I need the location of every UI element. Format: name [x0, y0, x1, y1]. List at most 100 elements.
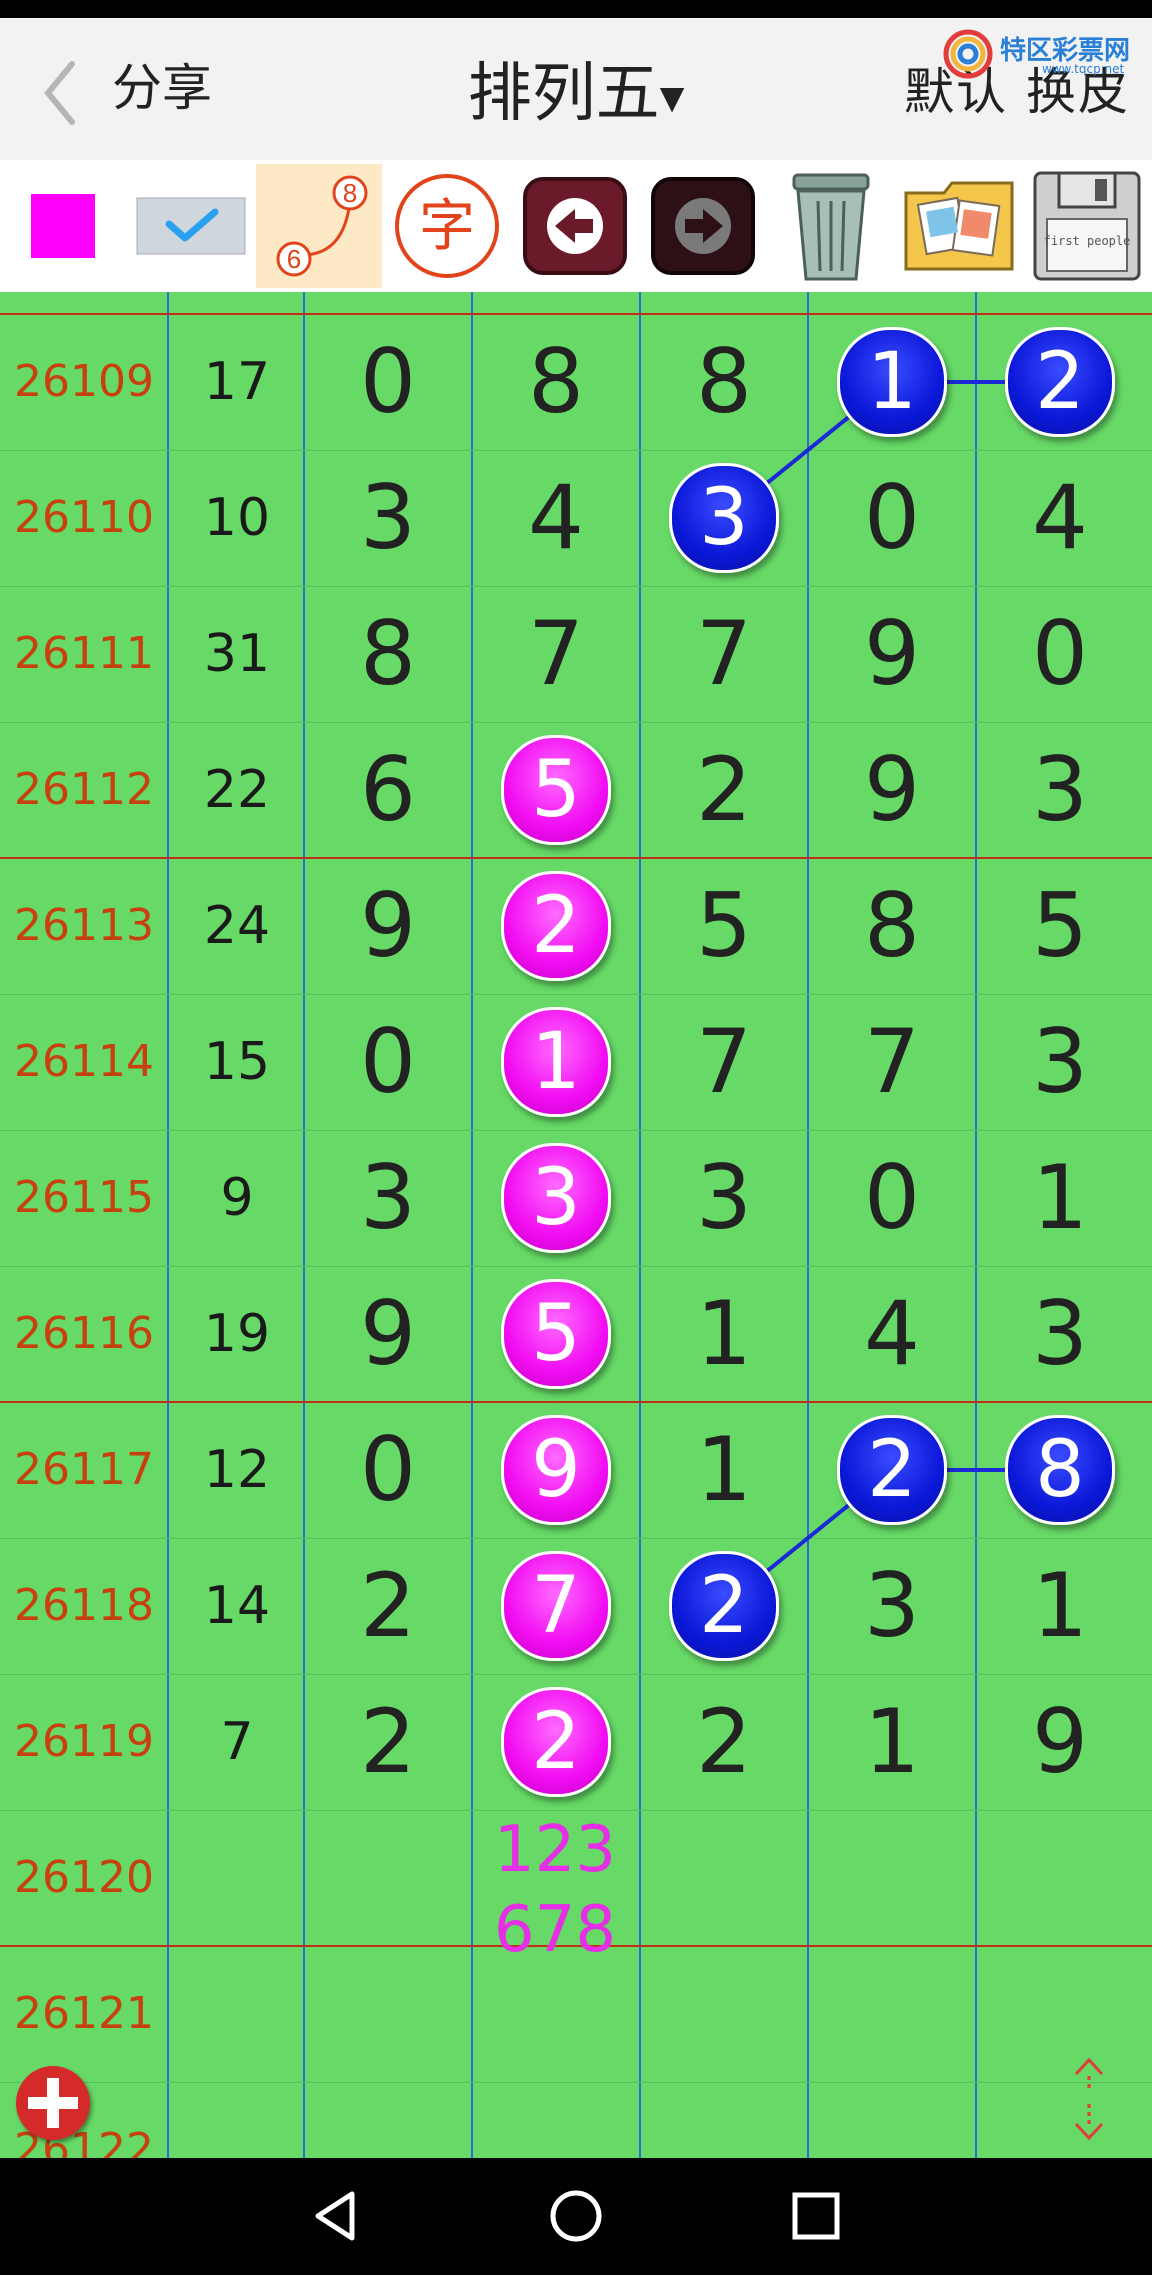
digit-cell[interactable]: [976, 1946, 1144, 2082]
sum-value: 7: [220, 1712, 254, 1772]
number-link-button[interactable]: 8 6: [256, 164, 382, 288]
blue-marked-digit[interactable]: 8: [1005, 1415, 1115, 1525]
blue-marked-digit[interactable]: 3: [669, 463, 779, 573]
digit-cell[interactable]: 1: [976, 1538, 1144, 1674]
digit-cell[interactable]: 2: [640, 722, 808, 858]
blue-marked-digit[interactable]: 2: [837, 1415, 947, 1525]
digit-cell[interactable]: 3: [640, 1130, 808, 1266]
digit-cell[interactable]: [304, 2082, 472, 2158]
draw-row[interactable]: 26111 31 8 7 7 9 0: [0, 586, 1152, 722]
pink-marked-digit[interactable]: 2: [501, 1687, 611, 1797]
redo-button[interactable]: [640, 164, 766, 288]
draw-row[interactable]: 26119 7 2 2 2 1 9: [0, 1674, 1152, 1810]
digit-cell[interactable]: [976, 1810, 1144, 1946]
digit-cell[interactable]: 3: [808, 1538, 976, 1674]
digit-cell[interactable]: 1: [976, 1130, 1144, 1266]
digit-cell[interactable]: 3: [304, 1130, 472, 1266]
digit-cell[interactable]: 9: [976, 1674, 1144, 1810]
digit-cell[interactable]: 9: [808, 586, 976, 722]
digit-cell[interactable]: 7: [472, 586, 640, 722]
digit-cell[interactable]: 0: [304, 314, 472, 450]
draw-row[interactable]: 26114 15 0 1 7 7 3: [0, 994, 1152, 1130]
pink-marked-digit[interactable]: 1: [501, 1007, 611, 1117]
text-char-button[interactable]: 字: [384, 164, 510, 288]
pink-marked-digit[interactable]: 9: [501, 1415, 611, 1525]
draw-row[interactable]: 26118 14 2 7 2 3 1: [0, 1538, 1152, 1674]
blue-marked-digit[interactable]: 2: [669, 1551, 779, 1661]
digit-cell[interactable]: 5: [976, 858, 1144, 994]
pink-marked-digit[interactable]: 5: [501, 735, 611, 845]
save-button[interactable]: first people: [1024, 164, 1150, 288]
digit-cell[interactable]: 8: [472, 314, 640, 450]
digit-cell[interactable]: 7: [640, 586, 808, 722]
digit-cell[interactable]: 1: [640, 1402, 808, 1538]
digit-cell[interactable]: 0: [304, 1402, 472, 1538]
draw-row[interactable]: 26110 10 3 4 3 0 4: [0, 450, 1152, 586]
digit-cell[interactable]: 3: [976, 994, 1144, 1130]
pink-marked-digit[interactable]: 2: [501, 871, 611, 981]
add-button[interactable]: [16, 2066, 90, 2140]
draw-row[interactable]: 26122: [0, 2082, 1152, 2158]
digit-cell[interactable]: [808, 2082, 976, 2158]
photos-button[interactable]: [896, 164, 1022, 288]
digit-cell[interactable]: 2: [304, 1674, 472, 1810]
blue-marked-digit[interactable]: 2: [1005, 327, 1115, 437]
draw-row[interactable]: 26117 12 0 9 1 2 8: [0, 1402, 1152, 1538]
draw-row[interactable]: 26116 19 9 5 1 4 3: [0, 1266, 1152, 1402]
digit-cell[interactable]: 4: [808, 1266, 976, 1402]
prediction-text[interactable]: 123 678: [470, 1810, 640, 1970]
digit-cell[interactable]: 2: [304, 1538, 472, 1674]
color-swatch-button[interactable]: [0, 164, 126, 288]
digit-cell[interactable]: [640, 2082, 808, 2158]
pink-marked-digit[interactable]: 7: [501, 1551, 611, 1661]
digit-cell[interactable]: 8: [808, 858, 976, 994]
digit-cell[interactable]: 6: [304, 722, 472, 858]
photo-folder-icon: [904, 181, 1014, 271]
digit-cell[interactable]: 1: [640, 1266, 808, 1402]
digit-cell[interactable]: [808, 1810, 976, 1946]
digit-cell[interactable]: 0: [304, 994, 472, 1130]
digit-cell[interactable]: 0: [808, 1130, 976, 1266]
nav-home-icon[interactable]: [546, 2186, 606, 2246]
digit-cell[interactable]: 9: [808, 722, 976, 858]
draw-row[interactable]: 26109 17 0 8 8 1 2: [0, 314, 1152, 450]
digit-cell[interactable]: 8: [304, 586, 472, 722]
digit-cell[interactable]: 5: [640, 858, 808, 994]
nav-back-icon[interactable]: [306, 2186, 366, 2246]
digit-cell[interactable]: [640, 1946, 808, 2082]
digit-cell[interactable]: 3: [304, 450, 472, 586]
digit-cell[interactable]: 7: [640, 994, 808, 1130]
digit-cell[interactable]: [640, 1810, 808, 1946]
digit-cell[interactable]: 0: [976, 586, 1144, 722]
app-header: 分享 排列五▼ 默认 换皮 特区彩票网 www.tqcp.net: [0, 18, 1152, 160]
check-toggle-button[interactable]: [128, 164, 254, 288]
draw-row[interactable]: 26115 9 3 3 3 0 1: [0, 1130, 1152, 1266]
digit-cell[interactable]: [976, 2082, 1144, 2158]
digit-cell[interactable]: 3: [976, 1266, 1144, 1402]
digit-cell[interactable]: [304, 1946, 472, 2082]
undo-button[interactable]: [512, 164, 638, 288]
digit-cell[interactable]: [304, 1810, 472, 1946]
blue-marked-digit[interactable]: 1: [837, 327, 947, 437]
sum-value: [170, 2082, 304, 2158]
scroll-toggle-icon[interactable]: [1064, 2054, 1114, 2144]
trash-button[interactable]: [768, 164, 894, 288]
digit-cell[interactable]: 3: [976, 722, 1144, 858]
pink-marked-digit[interactable]: 5: [501, 1279, 611, 1389]
digit-cell[interactable]: 4: [976, 450, 1144, 586]
digit-cell[interactable]: 0: [808, 450, 976, 586]
digit-cell[interactable]: 7: [808, 994, 976, 1130]
pink-marked-digit[interactable]: 3: [501, 1143, 611, 1253]
digit-cell[interactable]: 9: [304, 1266, 472, 1402]
digit-cell[interactable]: 8: [640, 314, 808, 450]
draw-row[interactable]: 26113 24 9 2 5 8 5: [0, 858, 1152, 994]
digit-cell[interactable]: [472, 2082, 640, 2158]
draw-row[interactable]: 26112 22 6 5 2 9 3: [0, 722, 1152, 858]
digit-cell[interactable]: 2: [640, 1674, 808, 1810]
issue-number: 26115: [14, 1172, 154, 1223]
digit-cell[interactable]: 9: [304, 858, 472, 994]
digit-cell[interactable]: 1: [808, 1674, 976, 1810]
digit-cell[interactable]: 4: [472, 450, 640, 586]
nav-recents-icon[interactable]: [786, 2186, 846, 2246]
digit-cell[interactable]: [808, 1946, 976, 2082]
